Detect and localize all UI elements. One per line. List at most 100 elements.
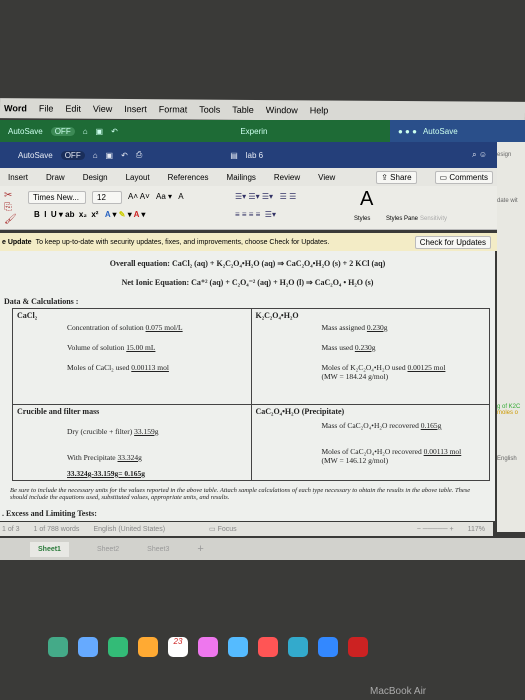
- tab-draw[interactable]: Draw: [46, 173, 65, 182]
- menu-edit[interactable]: Edit: [65, 104, 81, 114]
- dock: 23: [40, 632, 520, 662]
- value[interactable]: 0.075 mol/L: [146, 323, 183, 332]
- autosave-toggle[interactable]: OFF: [50, 126, 75, 136]
- value[interactable]: 15.00 mL: [126, 343, 155, 352]
- value[interactable]: 0.00113 mol: [131, 363, 169, 372]
- status-bar: 1 of 3 1 of 788 words English (United St…: [0, 522, 493, 536]
- menu-format[interactable]: Format: [159, 104, 188, 114]
- update-label: e Update: [2, 238, 32, 246]
- value[interactable]: 33.159g: [134, 427, 158, 436]
- styles-pane-label[interactable]: Styles Pane: [386, 216, 418, 222]
- paragraph-icons[interactable]: ☰▾ ☰▾ ☰▾ ☰ ☰: [235, 192, 296, 201]
- tab-insert[interactable]: Insert: [8, 173, 28, 182]
- clipboard-icons[interactable]: ✂ ⎘ 🖌: [4, 190, 17, 226]
- ribbon-tabs: Insert Draw Design Layout References Mai…: [0, 168, 497, 186]
- value[interactable]: 0.230g: [367, 323, 388, 332]
- sheet-tab-2[interactable]: Sheet2: [97, 546, 119, 553]
- font-size-icons[interactable]: A˄ A˅ Aa ▾ A: [128, 192, 184, 201]
- document-page[interactable]: Overall equation: CaCl₂ (aq) + K₂C₂O₄•H₂…: [0, 251, 495, 521]
- print-icon[interactable]: ⎙: [136, 150, 142, 160]
- tab-view[interactable]: View: [318, 173, 335, 182]
- moles-row: Moles of CaCl₂ used 0.00113 mol: [67, 363, 169, 372]
- share-button[interactable]: ⇪ Share: [376, 170, 417, 184]
- tab-design[interactable]: Design: [83, 173, 108, 182]
- label: Mass assigned: [321, 323, 366, 332]
- app-icon[interactable]: [108, 637, 128, 657]
- value[interactable]: 0.00125 mol: [408, 363, 446, 372]
- format-icons[interactable]: B I U ▾ ab x₂ x² A ▾ ✎ ▾ A ▾: [34, 210, 145, 219]
- tab-mailings[interactable]: Mailings: [227, 173, 256, 182]
- save-icon[interactable]: ▣: [96, 127, 104, 136]
- autosave-label: AutoSave: [8, 126, 43, 136]
- value[interactable]: 0.165g: [421, 421, 442, 430]
- cacl2-heading: CaCl₂: [17, 311, 38, 320]
- side-design-text: esign: [497, 152, 512, 158]
- menu-view[interactable]: View: [93, 104, 112, 114]
- label: Moles of K₂C₂O₄•H₂O used: [321, 363, 406, 372]
- sheet-tabs: Sheet1 Sheet2 Sheet3 +: [0, 538, 525, 560]
- precipitate-heading: CaC₂O₄•H₂O (Precipitate): [255, 407, 345, 416]
- styles-icon[interactable]: A: [360, 188, 373, 211]
- focus-label: Focus: [217, 526, 237, 533]
- mass-used-row: Mass used 0.230g: [322, 343, 376, 352]
- mac-menubar: Word File Edit View Insert Format Tools …: [0, 98, 525, 122]
- background-window: esign date wit g of K2C moles o English: [497, 142, 525, 532]
- menu-insert[interactable]: Insert: [124, 104, 147, 114]
- undo-icon[interactable]: ↶: [111, 127, 118, 136]
- tab-review[interactable]: Review: [274, 173, 300, 182]
- app-icon[interactable]: [198, 637, 218, 657]
- mass-calc: 33.324g-33.159g= 0.165g: [67, 469, 146, 478]
- add-sheet-button[interactable]: +: [197, 543, 203, 555]
- autosave-toggle[interactable]: OFF: [60, 150, 85, 160]
- app-icon[interactable]: [48, 637, 68, 657]
- comments-button[interactable]: ▭ Comments: [434, 170, 493, 184]
- font-size-select[interactable]: 12: [92, 191, 122, 204]
- tab-references[interactable]: References: [168, 173, 209, 182]
- save-icon[interactable]: ▣: [106, 151, 114, 160]
- menu-word[interactable]: Word: [4, 103, 27, 113]
- tab-layout[interactable]: Layout: [126, 173, 150, 182]
- language[interactable]: English (United States): [93, 526, 165, 533]
- menu-table[interactable]: Table: [232, 105, 254, 115]
- focus-button[interactable]: ▭ Focus: [209, 525, 237, 533]
- font-name-select[interactable]: Times New...: [28, 191, 86, 204]
- value[interactable]: 0.00113 mol: [424, 447, 462, 456]
- sheet-tab-3[interactable]: Sheet3: [147, 546, 169, 553]
- undo-icon[interactable]: ↶: [121, 151, 128, 160]
- app-icon[interactable]: [348, 637, 368, 657]
- home-icon[interactable]: ⌂: [83, 127, 88, 136]
- menu-file[interactable]: File: [39, 103, 54, 113]
- search-icon[interactable]: ⌕ ☺: [472, 150, 487, 160]
- app-icon[interactable]: [288, 637, 308, 657]
- app-icon[interactable]: [78, 637, 98, 657]
- menu-window[interactable]: Window: [266, 105, 298, 115]
- autosave-label: AutoSave: [18, 150, 53, 160]
- sheet-tab-1[interactable]: Sheet1: [30, 541, 69, 557]
- zoom-slider[interactable]: − ───── +: [417, 526, 454, 533]
- app-store-icon[interactable]: [318, 637, 338, 657]
- moles-row: Moles of K₂C₂O₄•H₂O used 0.00125 mol (MW …: [322, 363, 482, 381]
- sensitivity-label[interactable]: Sensitivity: [420, 216, 447, 222]
- window-controls-icon[interactable]: ● ● ●: [398, 127, 417, 136]
- value[interactable]: 0.230g: [355, 343, 376, 352]
- concentration-row: Concentration of solution 0.075 mol/L: [67, 323, 183, 332]
- check-updates-button[interactable]: Check for Updates: [414, 235, 491, 249]
- dry-row: Dry (crucible + filter) 33.159g: [67, 427, 159, 436]
- styles-label[interactable]: Styles: [354, 216, 370, 222]
- word-count[interactable]: 1 of 788 words: [34, 526, 80, 533]
- mw: (MW = 146.12 g/mol): [321, 456, 389, 465]
- page-count[interactable]: 1 of 3: [2, 526, 20, 533]
- ribbon: ✂ ⎘ 🖌 Times New... 12 A˄ A˅ Aa ▾ A B I U ▾…: [0, 186, 497, 230]
- zoom-level: 117%: [467, 525, 485, 533]
- side-date-text: date wit: [497, 198, 518, 204]
- music-icon[interactable]: [258, 637, 278, 657]
- menu-help[interactable]: Help: [310, 105, 329, 115]
- value[interactable]: 33.324g: [118, 453, 142, 462]
- menu-tools[interactable]: Tools: [199, 105, 220, 115]
- alignment-icons[interactable]: ≡ ≡ ≡ ≡ ☰▾: [235, 210, 276, 219]
- brand-label: MacBook Air: [370, 686, 427, 697]
- home-icon[interactable]: ⌂: [93, 151, 98, 160]
- app-icon[interactable]: [228, 637, 248, 657]
- app-icon[interactable]: [138, 637, 158, 657]
- calendar-icon[interactable]: 23: [168, 637, 188, 657]
